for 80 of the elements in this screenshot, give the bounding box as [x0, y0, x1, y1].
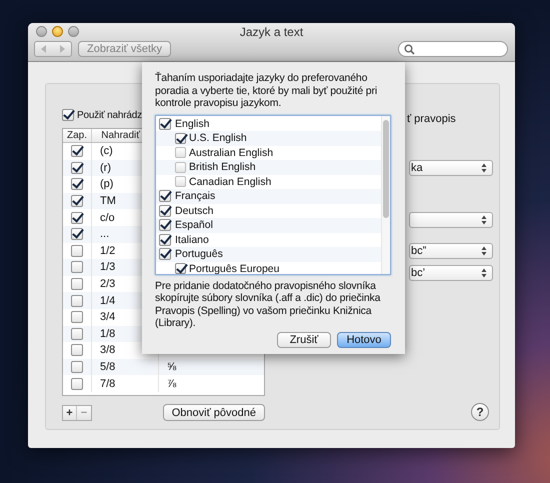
back-icon[interactable]	[39, 44, 49, 54]
table-cell: 5/8	[100, 361, 116, 374]
option-label: ť pravopis	[407, 112, 457, 126]
updown-arrows-icon	[481, 215, 487, 225]
restore-defaults-button[interactable]: Obnoviť pôvodné	[162, 404, 265, 421]
language-name[interactable]: Australian English	[189, 146, 274, 159]
table-cell: c/o	[100, 212, 115, 224]
popup-menu[interactable]: ka	[409, 160, 493, 176]
checkbox[interactable]	[71, 228, 83, 240]
column-header[interactable]: Zap.	[63, 129, 92, 142]
checkbox[interactable]	[71, 145, 83, 158]
table-cell: TM	[100, 195, 116, 208]
checkbox[interactable]	[175, 162, 186, 173]
table-cell: ⅞	[167, 378, 176, 390]
table-cell: 1/3	[100, 261, 116, 274]
done-button[interactable]: Hotovo	[337, 332, 391, 348]
updown-arrows-icon	[481, 163, 487, 173]
checkbox[interactable]	[159, 219, 171, 232]
popup-menu[interactable]	[409, 212, 493, 228]
table-cell: (p)	[100, 178, 114, 190]
table-cell: 1/8	[100, 328, 116, 340]
updown-arrows-icon	[481, 246, 487, 256]
checkbox-label: Použiť nahrádz	[77, 110, 142, 120]
table-cell: 2/3	[100, 278, 116, 290]
checkbox[interactable]	[71, 378, 83, 390]
instructions-text: Ťahaním usporiadajte jazyky do preferovaného poradia a vyberte tie, ktoré by mali byť použité pri kontrole pravopisu jazykom.	[155, 72, 378, 110]
popup-menu[interactable]: bc’	[409, 265, 493, 281]
checkbox[interactable]	[71, 178, 83, 190]
table-cell: 7/8	[100, 378, 116, 390]
checkbox[interactable]	[175, 263, 186, 274]
checkbox[interactable]	[71, 278, 83, 290]
help-button[interactable]: ?	[471, 403, 489, 421]
zoom-icon[interactable]	[68, 26, 79, 37]
note-text: Pre pridanie dodatočného pravopisného slovníka skopírujte súbory slovníka (.aff a .dic) do priečinka Pravopis (Spelling) vo vašom priečinku Knižnica (Library).	[155, 280, 382, 330]
table-cell: (r)	[100, 162, 111, 174]
checkbox[interactable]	[71, 361, 83, 374]
minimize-icon[interactable]	[52, 26, 63, 37]
forward-icon[interactable]	[57, 44, 67, 54]
window-title: Jazyk a text	[238, 24, 304, 38]
checkbox[interactable]	[71, 294, 83, 307]
checkbox[interactable]	[71, 162, 83, 174]
checkbox[interactable]	[71, 244, 83, 257]
popup-menu[interactable]: bc”	[409, 243, 493, 259]
table-cell: ...	[100, 228, 110, 240]
checkbox[interactable]	[159, 204, 171, 217]
checkbox[interactable]	[71, 195, 83, 208]
language-name[interactable]: Français	[175, 190, 216, 202]
checkbox[interactable]	[159, 190, 171, 202]
checkbox[interactable]	[71, 328, 83, 340]
updown-arrows-icon	[481, 268, 487, 278]
table-cell: (c)	[100, 145, 113, 158]
cancel-button[interactable]: Zrušiť	[277, 332, 331, 348]
close-icon[interactable]	[36, 26, 47, 37]
language-name[interactable]: Português	[175, 248, 223, 260]
back-forward-control[interactable]	[34, 41, 72, 57]
language-name[interactable]: Italiano	[175, 234, 209, 246]
checkbox[interactable]	[159, 248, 171, 260]
language-name[interactable]: Español	[175, 219, 213, 232]
language-name[interactable]: Deutsch	[175, 204, 214, 217]
checkbox[interactable]	[159, 118, 171, 130]
search-field[interactable]	[398, 41, 508, 57]
checkbox[interactable]	[71, 212, 83, 224]
search-icon	[404, 44, 415, 54]
checkbox[interactable]	[175, 176, 186, 188]
language-name[interactable]: Canadian English	[189, 176, 272, 188]
table-cell: 3/4	[100, 311, 116, 324]
checkbox[interactable]	[71, 311, 83, 324]
scrollbar[interactable]	[381, 116, 390, 274]
checkbox[interactable]	[71, 261, 83, 274]
language-name[interactable]: English	[175, 118, 210, 130]
checkbox[interactable]	[62, 109, 74, 121]
checkbox[interactable]	[175, 132, 186, 144]
add-button[interactable]: +	[63, 406, 77, 420]
table-cell: ⅝	[167, 361, 176, 374]
checkbox[interactable]	[175, 147, 186, 158]
checkbox[interactable]	[159, 234, 171, 246]
table-cell: 1/4	[100, 294, 116, 307]
checkbox[interactable]	[71, 344, 83, 356]
table-cell: 3/8	[100, 344, 116, 356]
table-cell: 1/2	[100, 244, 116, 257]
